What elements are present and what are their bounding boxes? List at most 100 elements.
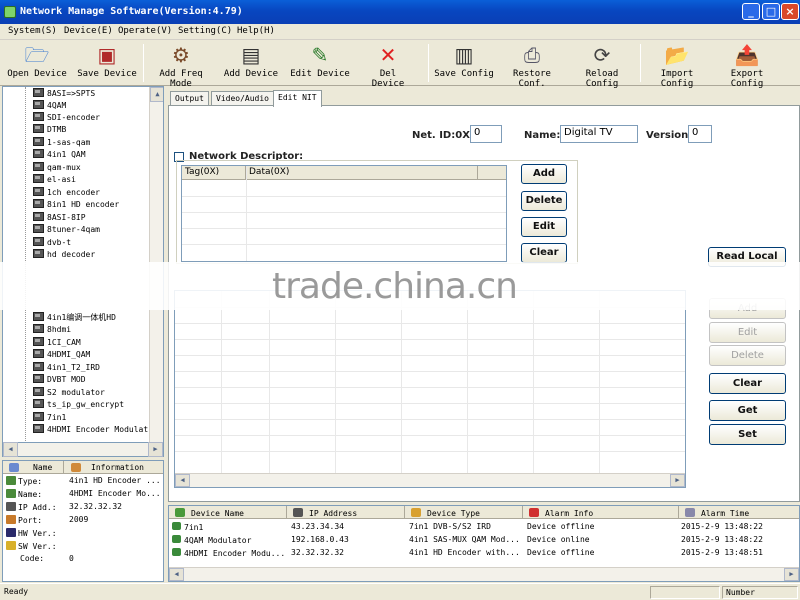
tree-item[interactable]: el-asi — [33, 174, 76, 186]
edit-device-button[interactable]: ✎ Edit Device — [290, 42, 350, 84]
tree-item[interactable]: 8ASI=>SPTS — [33, 88, 95, 100]
add-freq-mode-button[interactable]: ⚙ Add Freq Mode — [147, 42, 215, 89]
tree-item[interactable]: 4in1_T2_IRD — [33, 362, 100, 374]
tree-item[interactable]: dvb-t — [33, 237, 71, 249]
col-alarm-time[interactable]: Alarm Time — [679, 506, 799, 519]
tree-item[interactable]: 4in1 QAM — [33, 149, 86, 161]
stream-horizontal-scrollbar[interactable]: ◀ ▶ — [175, 473, 685, 487]
tree-item[interactable]: ts_ip_gw_encrypt — [33, 399, 124, 411]
tree-item[interactable]: 8hdmi — [33, 324, 71, 336]
tab-output[interactable]: Output — [170, 91, 209, 106]
info-row-port: Port: — [6, 515, 42, 527]
info-value-port: 2009 — [69, 515, 89, 524]
tree-item[interactable]: 4HDMI Encoder Modulat — [33, 424, 148, 436]
descriptor-delete-button[interactable]: Delete — [521, 191, 567, 211]
info-header-divider — [63, 461, 64, 474]
tree-item[interactable]: 1-sas-qam — [33, 137, 90, 149]
tree-item[interactable]: qam-mux — [33, 162, 81, 174]
tree-item[interactable]: 8in1 HD encoder — [33, 199, 119, 211]
menu-operate[interactable]: Operate(V) — [118, 26, 172, 36]
info-value-type: 4in1 HD Encoder ... — [69, 476, 161, 485]
name-input[interactable]: Digital TV — [560, 125, 638, 143]
tab-edit-nit[interactable]: Edit NIT — [273, 90, 322, 107]
alarm-time-icon — [685, 508, 695, 517]
descriptor-add-button[interactable]: Add — [521, 164, 567, 184]
tree-item[interactable]: SDI-encoder — [33, 112, 100, 124]
title-bar: Network Manage Software(Version:4.79) — [0, 0, 800, 24]
device-list-horizontal-scrollbar[interactable]: ◀ ▶ — [169, 567, 799, 581]
col-data[interactable]: Data(0X) — [246, 166, 478, 180]
menu-device[interactable]: Device(E) — [64, 26, 113, 36]
tree-item[interactable]: 4QAM — [33, 100, 66, 112]
toolbar-separator — [640, 44, 641, 82]
grid-line — [182, 228, 506, 229]
scroll-left-icon[interactable]: ◀ — [169, 568, 184, 581]
scroll-right-icon[interactable]: ▶ — [784, 568, 799, 581]
restore-config-button[interactable]: ⎙ Restore Conf. — [500, 42, 564, 89]
col-device-name[interactable]: Device Name — [169, 506, 287, 519]
window-title: Network Manage Software(Version:4.79) — [20, 6, 243, 17]
del-device-button[interactable]: ✕ Del Device — [362, 42, 414, 89]
hw-icon — [6, 528, 16, 537]
stream-edit-button[interactable]: Edit — [709, 322, 786, 343]
tree-item[interactable]: 8ASI-8IP — [33, 212, 86, 224]
tree-item[interactable]: 8tuner-4qam — [33, 224, 100, 236]
tree-item[interactable]: hd decoder — [33, 249, 95, 261]
tree-horizontal-scrollbar[interactable]: ◀ ▶ — [2, 442, 164, 457]
information-column-icon — [71, 463, 81, 472]
device-row[interactable]: 7in1 43.23.34.34 7in1 DVB-S/S2 IRD Devic… — [169, 521, 799, 534]
device-list[interactable]: Device Name IP Address Device Type Alarm… — [168, 505, 800, 582]
maximize-button[interactable]: □ — [762, 3, 780, 20]
tree-item[interactable]: S2 modulator — [33, 387, 105, 399]
add-device-button[interactable]: ▤ Add Device — [222, 42, 280, 84]
device-row[interactable]: 4QAM Modulator 192.168.0.43 4in1 SAS-MUX… — [169, 534, 799, 547]
reload-config-button[interactable]: ⟳ Reload Config — [568, 42, 636, 89]
tree-item[interactable]: 4HDMI_QAM — [33, 349, 90, 361]
menu-help[interactable]: Help(H) — [237, 26, 275, 36]
set-button[interactable]: Set — [709, 424, 786, 445]
device-type-icon — [411, 508, 421, 517]
menu-setting[interactable]: Setting(C) — [178, 26, 232, 36]
scroll-right-icon[interactable]: ▶ — [670, 474, 685, 487]
descriptor-edit-button[interactable]: Edit — [521, 217, 567, 237]
open-device-button[interactable]: 🗁 Open Device — [6, 42, 68, 84]
export-config-button[interactable]: 📤 Export Config — [713, 42, 781, 89]
minimize-button[interactable]: _ — [742, 3, 760, 20]
descriptor-table[interactable]: Tag(0X) Data(0X) — [181, 165, 507, 262]
tree-item[interactable]: 7in1 — [33, 412, 66, 424]
tree-item[interactable]: 4in1编调一体机HD — [33, 312, 116, 324]
net-id-input[interactable]: 0 — [470, 125, 502, 143]
tree-item[interactable]: 1ch encoder — [33, 187, 100, 199]
descriptor-table-header: Tag(0X) Data(0X) — [182, 166, 506, 180]
save-config-button[interactable]: ▥ Save Config — [434, 42, 494, 84]
col-ip-address[interactable]: IP Address — [287, 506, 405, 519]
col-tag[interactable]: Tag(0X) — [182, 166, 246, 180]
nit-stream-table[interactable]: ◀ ▶ — [174, 290, 686, 488]
grid-line — [182, 244, 506, 245]
scroll-left-icon[interactable]: ◀ — [3, 442, 18, 457]
stream-delete-button[interactable]: Delete — [709, 345, 786, 366]
net-id-label: Net. ID:0X — [412, 130, 470, 141]
get-button[interactable]: Get — [709, 400, 786, 421]
tree-item[interactable]: DTMB — [33, 124, 66, 136]
col-alarm-info[interactable]: Alarm Info — [523, 506, 679, 519]
scroll-right-icon[interactable]: ▶ — [148, 442, 163, 457]
tab-video-audio[interactable]: Video/Audio — [211, 91, 274, 106]
delete-icon: ✕ — [379, 43, 397, 67]
scroll-up-icon[interactable]: ▲ — [150, 87, 163, 102]
grid-vline — [533, 291, 534, 487]
menu-system[interactable]: System(S) — [8, 26, 57, 36]
version-input[interactable]: 0 — [688, 125, 712, 143]
col-device-type[interactable]: Device Type — [405, 506, 523, 519]
import-config-button[interactable]: 📂 Import Config — [643, 42, 711, 89]
save-device-button[interactable]: ▣ Save Device — [76, 42, 138, 84]
tree-item[interactable]: DVBT MOD — [33, 374, 86, 386]
tree-item[interactable]: 1CI_CAM — [33, 337, 81, 349]
device-row[interactable]: 4HDMI Encoder Modu... 32.32.32.32 4in1 H… — [169, 547, 799, 560]
info-row-hw: HW Ver.: — [6, 528, 57, 540]
stream-clear-button[interactable]: Clear — [709, 373, 786, 394]
scroll-left-icon[interactable]: ◀ — [175, 474, 190, 487]
close-button[interactable]: × — [781, 3, 799, 20]
descriptor-clear-button[interactable]: Clear — [521, 243, 567, 263]
grid-vline — [467, 291, 468, 487]
